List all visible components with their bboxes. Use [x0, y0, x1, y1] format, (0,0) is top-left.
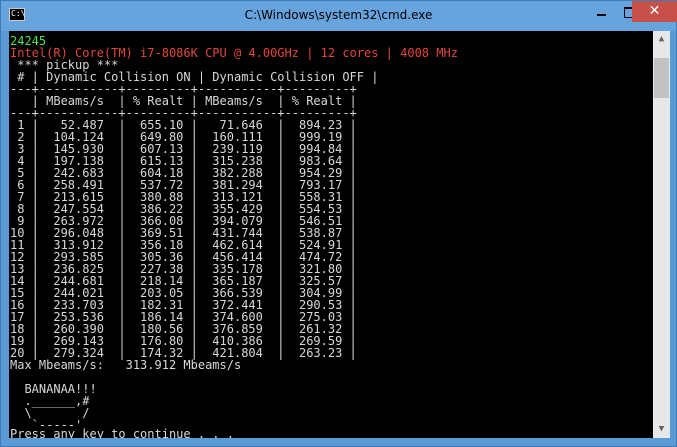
- close-icon: ✕: [648, 3, 661, 19]
- console-output[interactable]: 24245 Intel(R) Core(TM) i7-8086K CPU @ 4…: [9, 31, 653, 438]
- title-bar[interactable]: C:\ C:\Windows\system32\cmd.exe ✕: [1, 1, 677, 31]
- scroll-thumb[interactable]: [654, 58, 669, 98]
- close-button[interactable]: ✕: [632, 1, 677, 22]
- scroll-up-icon[interactable]: ▲: [653, 31, 670, 48]
- console-line: Max Mbeams/s: 313.912 Mbeams/s: [10, 358, 242, 372]
- cmd-window: C:\ C:\Windows\system32\cmd.exe ✕ 24245 …: [0, 0, 677, 447]
- console-line-prompt: Press any key to continue . . .: [10, 427, 234, 438]
- vertical-scrollbar[interactable]: ▲ ▼: [653, 31, 670, 438]
- scroll-down-icon[interactable]: ▼: [653, 421, 670, 438]
- minimize-icon: [597, 14, 606, 16]
- minimize-button[interactable]: [587, 1, 615, 22]
- window-title: C:\Windows\system32\cmd.exe: [244, 8, 433, 22]
